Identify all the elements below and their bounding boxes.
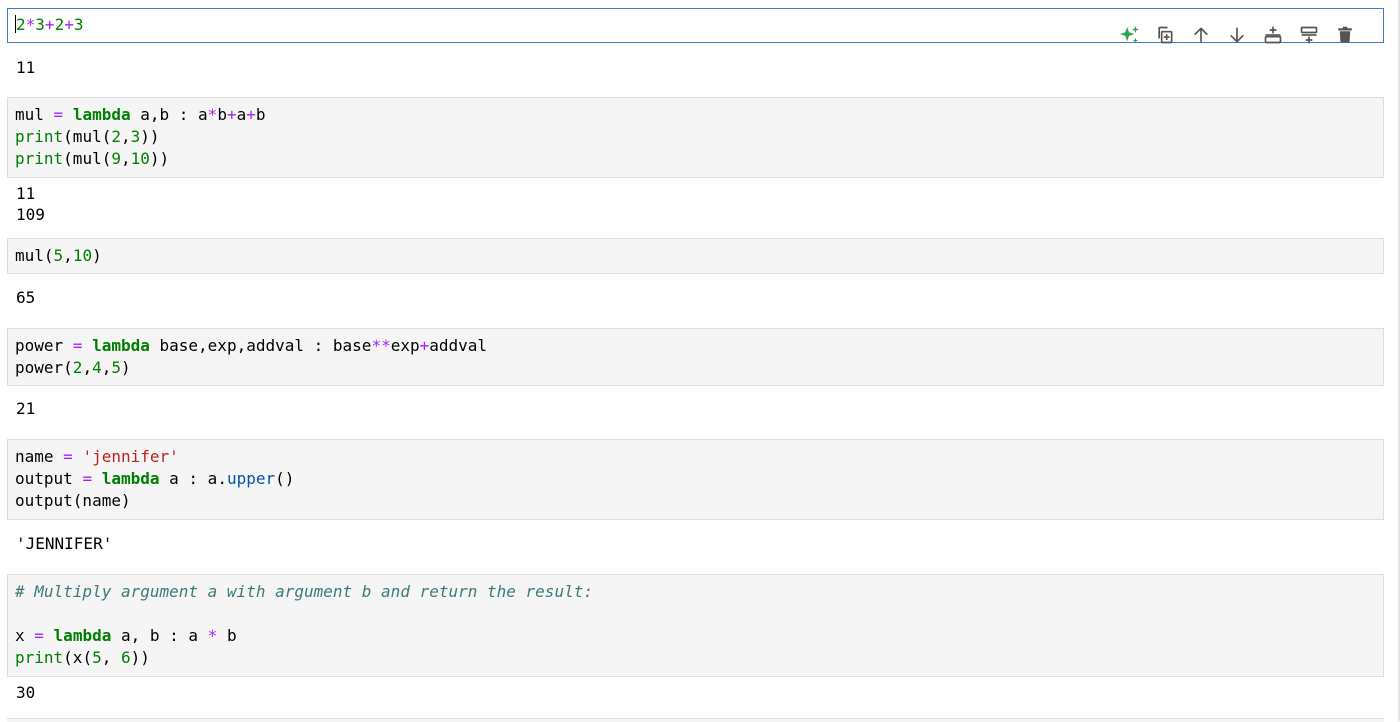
code-line: print(x(5, 6)) [15,648,150,667]
cell-4-output: 21 [16,399,36,418]
code-line: name = 'jennifer' [15,447,179,466]
cell-6-output: 30 [16,683,36,702]
cell-5-output: 'JENNIFER' [16,534,113,553]
code-cell-5-input[interactable]: name = 'jennifer' output = lambda a : a.… [7,439,1384,520]
ai-assist-button[interactable] [1113,19,1145,51]
cell-1-output: 11 [16,58,36,77]
code-line: output = lambda a : a.upper() [15,469,295,488]
cell-toolbar [1113,19,1361,51]
code-cell-4-input[interactable]: power = lambda base,exp,addval : base**e… [7,328,1384,386]
code-line: x = lambda a, b : a * b [15,626,237,645]
code-line: power(2,4,5) [15,358,131,377]
move-down-icon [1230,27,1244,43]
cell-2-output: 109 [16,205,45,224]
insert-below-button[interactable] [1293,19,1325,51]
cell-3-output: 65 [16,288,36,307]
sparkle-icon [1119,25,1140,44]
code-cell-3-input[interactable]: mul(5,10) [7,238,1384,274]
insert-above-button[interactable] [1257,19,1289,51]
code-line: 2*3+2+3 [15,15,84,34]
next-cell-edge [7,718,1384,722]
move-up-icon [1194,27,1208,43]
code-cell-2-input[interactable]: mul = lambda a,b : a*b+a+b print(mul(2,3… [7,97,1384,178]
code-comment: # Multiply argument a with argument b an… [15,582,593,601]
duplicate-cell-button[interactable] [1149,19,1181,51]
cell-2-output: 11 [16,184,36,203]
delete-cell-button[interactable] [1329,19,1361,51]
code-line: power = lambda base,exp,addval : base**e… [15,336,488,355]
duplicate-icon [1158,26,1173,44]
move-down-button[interactable] [1221,19,1253,51]
code-line: print(mul(2,3)) [15,127,160,146]
move-up-button[interactable] [1185,19,1217,51]
code-cell-1-input[interactable]: 2*3+2+3 [7,8,1384,44]
code-line: output(name) [15,491,131,510]
code-line: mul(5,10) [15,246,102,265]
insert-below-icon [1300,26,1318,44]
code-line: mul = lambda a,b : a*b+a+b [15,105,266,124]
insert-above-icon [1264,26,1282,44]
delete-icon [1338,26,1352,43]
code-line: print(mul(9,10)) [15,149,170,168]
code-cell-6-input[interactable]: # Multiply argument a with argument b an… [7,574,1384,677]
